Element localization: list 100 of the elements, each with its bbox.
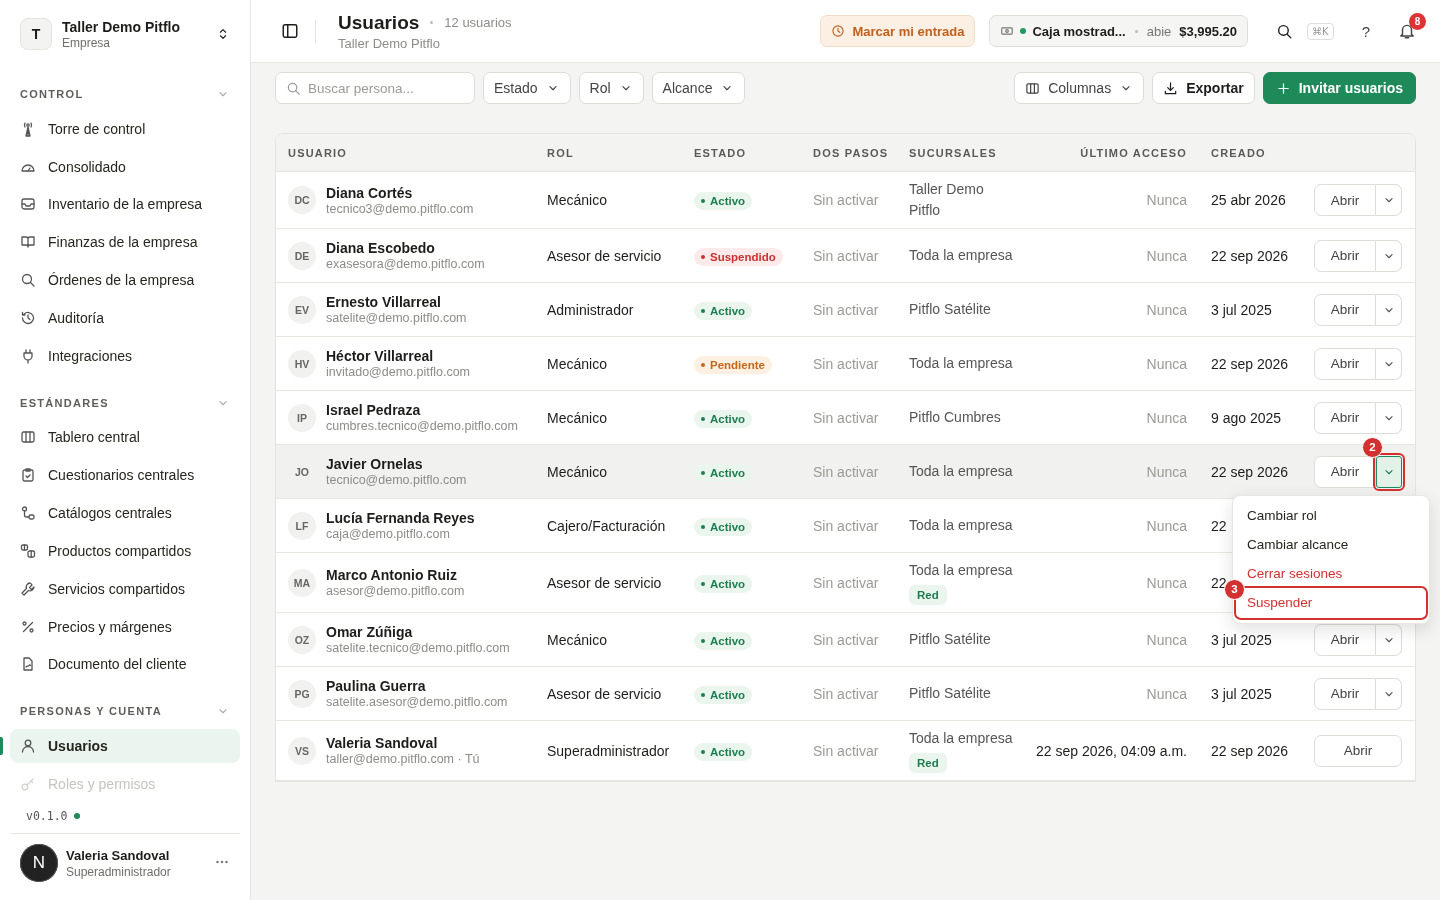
user-avatar: IP bbox=[288, 403, 316, 432]
status-badge: Activo bbox=[694, 517, 753, 536]
open-button[interactable]: Abrir bbox=[1314, 734, 1402, 767]
status-badge: Activo bbox=[694, 685, 753, 704]
column-header: ESTADO bbox=[694, 146, 747, 159]
table-cell: Asesor de servicio bbox=[547, 685, 662, 702]
table-cell-text: Toda la empresa bbox=[909, 516, 1013, 535]
table-cell: 22 sep 2026 bbox=[1211, 355, 1289, 372]
search-icon bbox=[286, 81, 301, 96]
table-cell: Sin activar bbox=[813, 463, 879, 480]
user-count: 12 usuarios bbox=[444, 15, 512, 30]
sidebar-item[interactable]: Precios y márgenes bbox=[10, 609, 240, 644]
filter-dropdown[interactable]: Estado bbox=[483, 72, 571, 104]
sidebar-item[interactable]: Torre de control bbox=[10, 111, 240, 146]
table-cell-text: Toda la empresa bbox=[909, 561, 1013, 580]
status-badge: Activo bbox=[694, 631, 753, 650]
sidebar-item[interactable]: Catálogos centrales bbox=[10, 496, 240, 531]
user-role: Superadministrador bbox=[66, 864, 172, 879]
status-badge: Activo bbox=[694, 409, 753, 428]
table-cell: Nunca bbox=[1146, 574, 1187, 591]
user-email: asesor@demo.pitflo.com bbox=[326, 584, 465, 598]
table-cell: 25 abr 2026 bbox=[1211, 192, 1286, 208]
table-cell: 22 sep 2026 bbox=[1211, 463, 1289, 480]
sidebar-item[interactable]: Integraciones bbox=[10, 338, 240, 373]
table-cell: Nunca bbox=[1146, 192, 1187, 208]
user-email: caja@demo.pitflo.com bbox=[326, 527, 451, 541]
user-name: Héctor Villarreal bbox=[326, 348, 435, 364]
user-name: Javier Ornelas bbox=[326, 456, 424, 472]
open-button[interactable]: Abrir bbox=[1314, 623, 1376, 656]
table-cell: Mecánico bbox=[547, 463, 607, 480]
register-name: Caja mostrad... bbox=[1032, 23, 1126, 39]
notification-badge: 8 bbox=[1409, 13, 1426, 30]
user-name: Valeria Sandoval bbox=[66, 847, 171, 863]
search-field[interactable]: Buscar persona... bbox=[275, 72, 475, 104]
open-button[interactable]: Abrir bbox=[1314, 455, 1376, 488]
open-button[interactable]: Abrir bbox=[1314, 239, 1376, 272]
sidebar-item[interactable]: Consolidado bbox=[10, 149, 240, 184]
table-cell-text: Toda la empresa bbox=[909, 246, 1013, 265]
sidebar-item[interactable]: Productos compartidos bbox=[10, 534, 240, 568]
sidebar-item[interactable]: Órdenes de la empresa bbox=[10, 263, 240, 298]
columns-icon bbox=[20, 429, 36, 446]
column-header: ÚLTIMO ACCESO bbox=[1080, 146, 1187, 159]
search-icon bbox=[20, 272, 36, 289]
columns-button[interactable]: Columnas bbox=[1014, 72, 1145, 104]
help-button[interactable]: ? bbox=[1361, 22, 1370, 40]
sidebar-item[interactable]: Finanzas de la empresa bbox=[10, 225, 240, 260]
cash-register-pill[interactable]: Caja mostrad... abie $3,995.20 bbox=[989, 15, 1249, 47]
sidebar-item[interactable]: Auditoría bbox=[10, 301, 240, 335]
step-marker: 2 bbox=[1362, 436, 1383, 458]
table-cell: Asesor de servicio bbox=[547, 574, 662, 591]
table-cell-text: Pitflo Satélite bbox=[909, 684, 991, 703]
sidebar-item[interactable]: Tablero central bbox=[10, 420, 240, 455]
sidebar-toggle-icon[interactable] bbox=[281, 22, 299, 40]
user-email: exasesora@demo.pitflo.com bbox=[326, 257, 485, 271]
sidebar-item[interactable]: Documento del cliente bbox=[10, 647, 240, 682]
open-button[interactable]: Abrir bbox=[1314, 677, 1376, 710]
table-cell: 22 bbox=[1211, 517, 1227, 534]
table-cell: Sin activar bbox=[813, 517, 879, 534]
user-email: satelite.tecnico@demo.pitflo.com bbox=[326, 641, 510, 655]
page-title: Usuarios bbox=[338, 11, 420, 34]
table-cell: Cajero/Facturación bbox=[547, 517, 666, 534]
search-icon[interactable] bbox=[1276, 22, 1294, 40]
sidebar-item[interactable]: Inventario de la empresa bbox=[10, 187, 240, 222]
open-button[interactable]: Abrir bbox=[1314, 347, 1376, 380]
workspace-type: Empresa bbox=[62, 35, 112, 50]
sidebar-item[interactable]: Cuestionarios centrales bbox=[10, 458, 240, 493]
user-email: tecnico3@demo.pitflo.com bbox=[326, 201, 474, 216]
invite-button[interactable]: Invitar usuarios bbox=[1262, 72, 1416, 104]
export-button[interactable]: Exportar bbox=[1152, 72, 1255, 104]
sidebar-item[interactable]: Servicios compartidos bbox=[10, 571, 240, 606]
table-cell: Sin activar bbox=[813, 301, 879, 318]
status-badge: Activo bbox=[694, 463, 753, 482]
table-cell: Mecánico bbox=[547, 192, 607, 208]
open-button[interactable]: Abrir bbox=[1314, 293, 1376, 326]
user-avatar: HV bbox=[288, 349, 316, 378]
menu-item[interactable]: Cambiar alcance bbox=[1237, 530, 1425, 559]
user-email: tecnico@demo.pitflo.com bbox=[326, 473, 467, 487]
status-badge: Activo bbox=[694, 301, 753, 320]
table-cell: Nunca bbox=[1146, 463, 1187, 480]
open-button[interactable]: Abrir bbox=[1314, 184, 1376, 216]
dropdown-toggle[interactable] bbox=[1376, 455, 1402, 488]
menu-item[interactable]: Cambiar rol bbox=[1237, 501, 1425, 530]
bell-icon[interactable] bbox=[1398, 22, 1416, 40]
filter-dropdown[interactable]: Rol bbox=[578, 72, 644, 104]
table-cell: 22 sep 2026 bbox=[1211, 247, 1289, 264]
user-avatar: LF bbox=[288, 511, 316, 540]
table-cell: Nunca bbox=[1146, 247, 1187, 264]
tag: Red bbox=[909, 753, 947, 773]
user-email: satelite.asesor@demo.pitflo.com bbox=[326, 695, 508, 709]
filter-dropdown[interactable]: Alcance bbox=[651, 72, 746, 104]
table-cell: Sin activar bbox=[813, 742, 879, 759]
user-avatar: PG bbox=[288, 679, 316, 708]
column-header: DOS PASOS bbox=[813, 146, 889, 159]
clock-in-button[interactable]: Marcar mi entrada bbox=[820, 15, 976, 47]
register-amount: $3,995.20 bbox=[1179, 23, 1238, 39]
open-button[interactable]: Abrir bbox=[1314, 401, 1376, 434]
table-cell-text: Toda la empresa bbox=[909, 354, 1013, 373]
download-icon bbox=[1163, 80, 1179, 96]
user-icon bbox=[20, 738, 36, 755]
table-cell: Nunca bbox=[1146, 685, 1187, 702]
